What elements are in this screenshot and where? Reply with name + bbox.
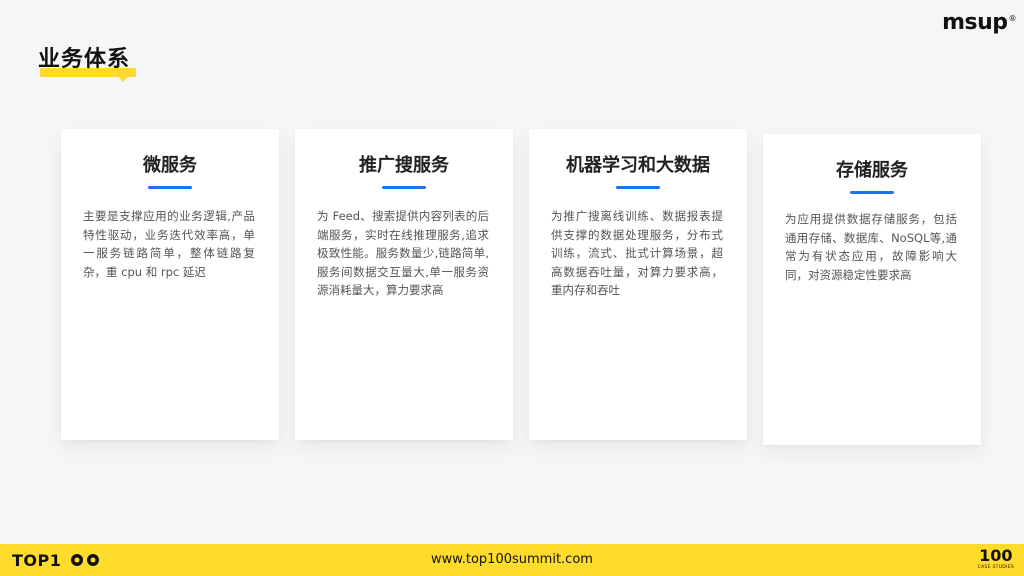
case-studies-number: 100 [979, 546, 1013, 565]
card-title: 推广搜服务 [359, 155, 449, 176]
card-accent-bar [148, 186, 192, 189]
registered-mark: ® [1008, 13, 1017, 23]
card-title: 微服务 [143, 155, 197, 176]
card-microservice: 微服务 主要是支撑应用的业务逻辑,产品特性驱动，业务迭代效率高，单一服务链路简单… [61, 129, 279, 440]
card-body: 为推广搜离线训练、数据报表提供支撑的数据处理服务，分布式训练，流式、批式计算场景… [551, 209, 723, 297]
card-recommend-search: 推广搜服务 为 Feed、搜索提供内容列表的后端服务，实时在线推理服务,追求极致… [295, 129, 513, 440]
page-title: 业务体系 [38, 47, 131, 72]
page-title-wrap: 业务体系 [38, 44, 136, 82]
card-accent-bar [616, 186, 660, 189]
card-accent-bar [850, 191, 894, 194]
card-storage: 存储服务 为应用提供数据存储服务，包括通用存储、数据库、NoSQL等,通常为有状… [763, 134, 981, 445]
msup-logo: msup® [942, 10, 1016, 35]
footer-bar: TOP1 www.top100summit.com 100 CASE STUDI… [0, 544, 1024, 576]
msup-logo-text: msup [942, 10, 1008, 35]
card-accent-bar [382, 186, 426, 189]
case-studies-logo: 100 CASE STUDIES [978, 547, 1014, 571]
website-link[interactable]: www.top100summit.com [0, 552, 1024, 567]
card-body: 为 Feed、搜索提供内容列表的后端服务，实时在线推理服务,追求极致性能。服务数… [317, 209, 489, 297]
card-title: 存储服务 [836, 160, 908, 181]
card-body: 为应用提供数据存储服务，包括通用存储、数据库、NoSQL等,通常为有状态应用，故… [785, 212, 957, 282]
case-studies-caption: CASE STUDIES [977, 565, 1014, 570]
card-ml-bigdata: 机器学习和大数据 为推广搜离线训练、数据报表提供支撑的数据处理服务，分布式训练，… [529, 129, 747, 440]
card-body: 主要是支撑应用的业务逻辑,产品特性驱动，业务迭代效率高，单一服务链路简单，整体链… [83, 209, 255, 279]
card-title: 机器学习和大数据 [566, 155, 710, 176]
